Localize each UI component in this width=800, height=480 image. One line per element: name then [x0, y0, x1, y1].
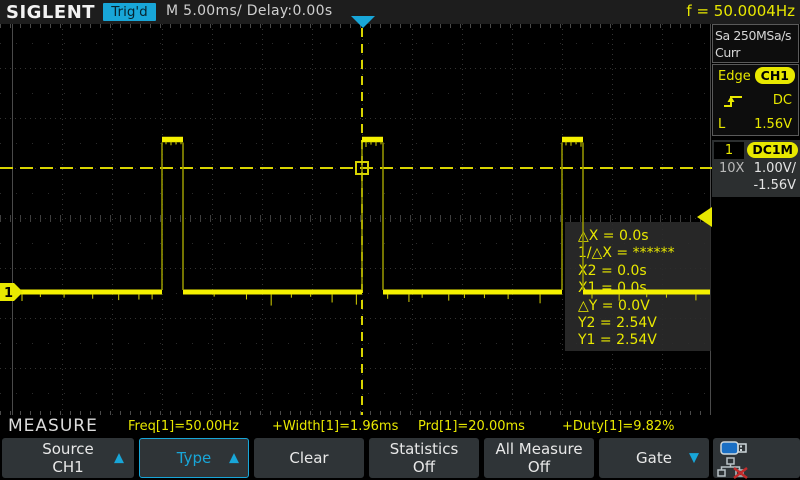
- measure-title: MEASURE: [8, 416, 98, 436]
- siglent-logo: SIGLENT: [6, 2, 95, 23]
- top-status-bar: SIGLENT Trig'd M 5.00ms/ Delay:0.00s f =…: [0, 0, 800, 24]
- trigger-info-box[interactable]: Edge CH1 DC L 1.56V: [712, 64, 799, 136]
- cursor-intersection-marker[interactable]: [355, 161, 369, 175]
- trigger-coupling: DC: [773, 93, 792, 108]
- svg-text:1: 1: [4, 286, 13, 301]
- button-label: Gate: [636, 449, 672, 467]
- channel-offset: -1.56V: [753, 178, 796, 193]
- trigger-level-value: 1.56V: [754, 117, 792, 132]
- measurement-duty: +Duty[1]=9.82%: [562, 419, 675, 434]
- right-sidebar: Sa 250MSa/s Curr 17.5Mpts Edge CH1 DC L …: [712, 24, 800, 415]
- down-arrow-icon: ▼: [689, 451, 699, 466]
- volts-per-division: 1.00V/: [754, 161, 796, 176]
- rising-edge-icon: [722, 92, 744, 110]
- trigger-source-badge: CH1: [755, 67, 795, 84]
- probe-attenuation: 10X: [719, 161, 744, 176]
- button-label: Clear: [289, 449, 328, 467]
- menu-button-all-measure[interactable]: All Measure Off: [484, 438, 594, 478]
- trigger-status-badge: Trig'd: [103, 3, 156, 21]
- channel-coupling-badge: DC1M: [747, 142, 798, 158]
- button-label: All Measure: [495, 440, 582, 458]
- menu-button-source[interactable]: Source CH1 ▲: [2, 438, 134, 478]
- channel-number-chip: 1: [714, 142, 744, 159]
- button-label: Off: [528, 458, 550, 476]
- lan-disconnected-icon: [716, 457, 750, 479]
- acquisition-info-box: Sa 250MSa/s Curr 17.5Mpts: [712, 24, 799, 63]
- trigger-level-label: L: [718, 117, 725, 132]
- channel1-info-box[interactable]: 1 DC1M 10X 1.00V/ -1.56V: [712, 140, 800, 197]
- trigger-frequency-readout: f = 50.0004Hz: [686, 2, 795, 20]
- menu-button-gate[interactable]: Gate ▼: [599, 438, 709, 478]
- ch1-ground-marker-icon[interactable]: 1: [0, 283, 24, 303]
- button-label: CH1: [52, 458, 83, 476]
- sample-rate: Sa 250MSa/s: [715, 27, 798, 44]
- up-arrow-icon: ▲: [114, 451, 124, 466]
- measurement-strip: MEASURE Freq[1]=50.00Hz +Width[1]=1.96ms…: [0, 415, 800, 436]
- status-icon-panel: [713, 438, 800, 478]
- trigger-mode: Edge: [718, 69, 751, 84]
- measurement-width: +Width[1]=1.96ms: [272, 419, 398, 434]
- menu-button-clear[interactable]: Clear: [254, 438, 364, 478]
- softkey-menu-bar: Source CH1 ▲ Type ▲ Clear Statistics Off…: [0, 436, 800, 480]
- waveform-display: △X = 0.0s 1/△X = ****** X2 = 0.0s X1 = 0…: [0, 24, 712, 415]
- measurement-freq: Freq[1]=50.00Hz: [128, 419, 239, 434]
- button-label: Statistics: [390, 440, 459, 458]
- up-arrow-icon: ▲: [229, 451, 239, 466]
- menu-button-type[interactable]: Type ▲: [139, 438, 249, 478]
- menu-button-statistics[interactable]: Statistics Off: [369, 438, 479, 478]
- button-label: Source: [42, 440, 94, 458]
- trigger-position-marker-icon[interactable]: [351, 16, 375, 28]
- oscilloscope-screen: SIGLENT Trig'd M 5.00ms/ Delay:0.00s f =…: [0, 0, 800, 480]
- timebase-delay-readout: M 5.00ms/ Delay:0.00s: [166, 3, 332, 19]
- trigger-level-marker-icon[interactable]: [697, 207, 712, 227]
- measurement-period: Prd[1]=20.00ms: [418, 419, 525, 434]
- usb-device-icon: [720, 441, 752, 456]
- ch1-waveform-trace: [0, 24, 712, 415]
- button-label: Off: [413, 458, 435, 476]
- button-label: Type: [177, 449, 211, 467]
